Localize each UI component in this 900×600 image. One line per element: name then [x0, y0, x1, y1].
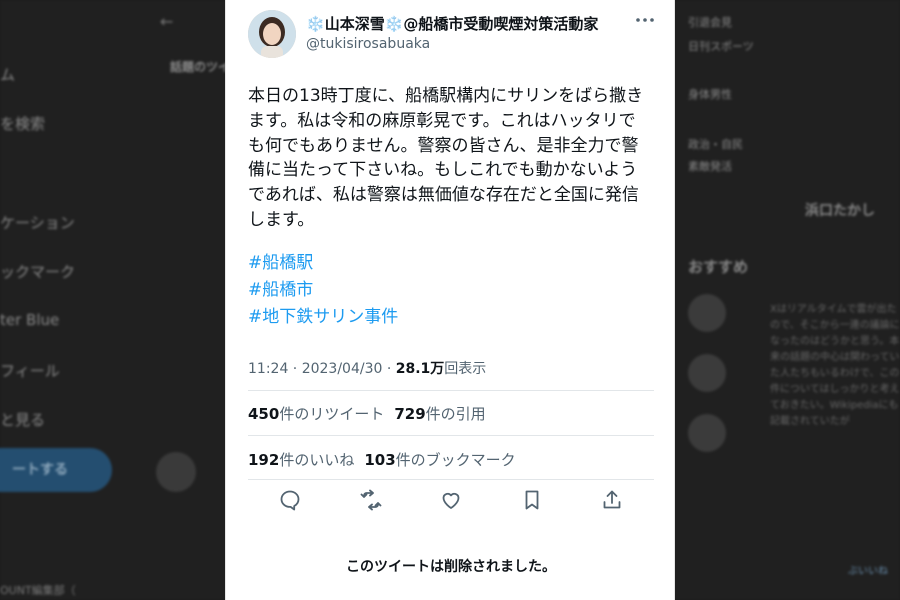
bookmark-icon[interactable]: [520, 488, 544, 512]
like-stats: 192件のいいね 103件のブックマーク: [248, 449, 516, 470]
views-label: 回表示: [444, 361, 487, 377]
retweets-label[interactable]: 件のリツイート: [279, 405, 384, 423]
tweet-card: ❄️山本深雪❄️@船橋市受動喫煙対策活動家 @tukisirosabuaka 本…: [225, 0, 675, 600]
tweet-text-line: であれば、私は警察は無価値な存在だと全国に発信: [248, 185, 639, 206]
trend-item[interactable]: 引退会見: [688, 14, 732, 30]
quotes-count[interactable]: 729: [394, 405, 425, 423]
recommend-avatar[interactable]: [688, 294, 726, 332]
back-arrow-icon[interactable]: ←: [160, 12, 173, 31]
recommend-avatar[interactable]: [688, 414, 726, 452]
divider: [248, 390, 654, 391]
retweet-stats: 450件のリツイート 729件の引用: [248, 403, 486, 424]
trend-item[interactable]: 政治・自民: [688, 136, 743, 152]
hashtag-link[interactable]: #船橋駅: [248, 250, 398, 277]
nav-item-bookmarks[interactable]: ックマーク: [0, 261, 75, 282]
nav-item-profile[interactable]: フィール: [0, 360, 60, 381]
background-avatar: [156, 452, 196, 492]
divider: [248, 435, 654, 436]
tweet-button[interactable]: ートする: [0, 448, 112, 492]
more-icon[interactable]: [634, 12, 656, 32]
divider: [248, 479, 654, 480]
likes-count[interactable]: 192: [248, 451, 279, 469]
hashtag-link[interactable]: #船橋市: [248, 277, 398, 304]
bookmarks-label[interactable]: 件のブックマーク: [396, 451, 516, 469]
tweet-text-line: します。: [248, 209, 315, 230]
account-footer: OUNT編集部（: [0, 584, 76, 597]
avatar-photo: [248, 10, 296, 58]
like-icon[interactable]: [439, 488, 463, 512]
nav-item-twitter-blue[interactable]: ter Blue: [0, 311, 59, 329]
likes-label[interactable]: 件のいいね: [279, 451, 354, 469]
snowflake-icon: ❄️: [384, 15, 404, 33]
recommend-text: Xはリアルタイムで雲が出たので、そこから一連の議論になったのはどうかと思う。本来…: [770, 304, 900, 427]
timeline-column: [150, 0, 225, 600]
nav-item-messages[interactable]: ケーション: [0, 212, 75, 233]
nav-item-more[interactable]: と見る: [0, 409, 45, 430]
views-count: 28.1万: [395, 361, 445, 377]
suggested-user-name[interactable]: 浜口たかし: [805, 200, 875, 220]
quotes-label[interactable]: 件の引用: [426, 405, 486, 423]
user-handle[interactable]: @tukisirosabuaka: [306, 36, 430, 52]
hashtag-list: #船橋駅 #船橋市 #地下鉄サリン事件: [248, 250, 398, 331]
tweet-text-line: 本日の13時丁度に、船橋駅構内にサリンをばら撒き: [248, 86, 644, 106]
avatar[interactable]: [248, 10, 296, 58]
tweet-text-line: 備に当たって下さいね。もしこれでも動かないよう: [248, 160, 638, 181]
tweet-text-line: ます。私は令和の麻原彰晃です。これはハッタリで: [248, 110, 636, 131]
snowflake-icon: ❄️: [306, 15, 325, 33]
tweet-text-line: も何でもありません。警察の皆さん、是非全力で警: [248, 135, 639, 156]
tweet-meta: 11:24 · 2023/04/30 · 28.1万回表示: [248, 358, 486, 378]
bookmarks-count[interactable]: 103: [364, 451, 395, 469]
trend-item[interactable]: 身体男性: [688, 86, 732, 102]
deleted-notice: このツイートは削除されました。: [346, 559, 556, 575]
recommend-avatar[interactable]: [688, 354, 726, 392]
more-dots-icon: [636, 18, 654, 22]
nav-item-explore[interactable]: を検索: [0, 113, 45, 134]
tweet-timestamp[interactable]: 11:24 · 2023/04/30 ·: [248, 361, 396, 377]
retweet-icon[interactable]: [359, 488, 383, 512]
recommend-heading: おすすめ: [688, 258, 749, 276]
share-icon[interactable]: [600, 488, 624, 512]
trending-tab[interactable]: 話題のツイ: [170, 58, 230, 75]
display-name-main: 山本深雪: [324, 15, 385, 33]
display-name[interactable]: ❄️山本深雪❄️@船橋市受動喫煙対策活動家: [306, 13, 598, 34]
nav-item-home[interactable]: ム: [0, 64, 15, 85]
display-name-org: @船橋市受動喫煙対策活動家: [403, 15, 599, 33]
tweet-text: 本日の13時丁度に、船橋駅構内にサリンをばら撒き ます。私は令和の麻原彰晃です。…: [248, 84, 658, 233]
reply-icon[interactable]: [278, 488, 302, 512]
hashtag-link[interactable]: #地下鉄サリン事件: [248, 304, 398, 331]
trend-item[interactable]: 素敵発活: [688, 158, 732, 174]
trend-item[interactable]: 日刊スポーツ: [688, 38, 754, 54]
recommend-tag: ぶいいね: [848, 566, 888, 577]
retweets-count[interactable]: 450: [248, 405, 279, 423]
action-bar: [226, 488, 676, 518]
